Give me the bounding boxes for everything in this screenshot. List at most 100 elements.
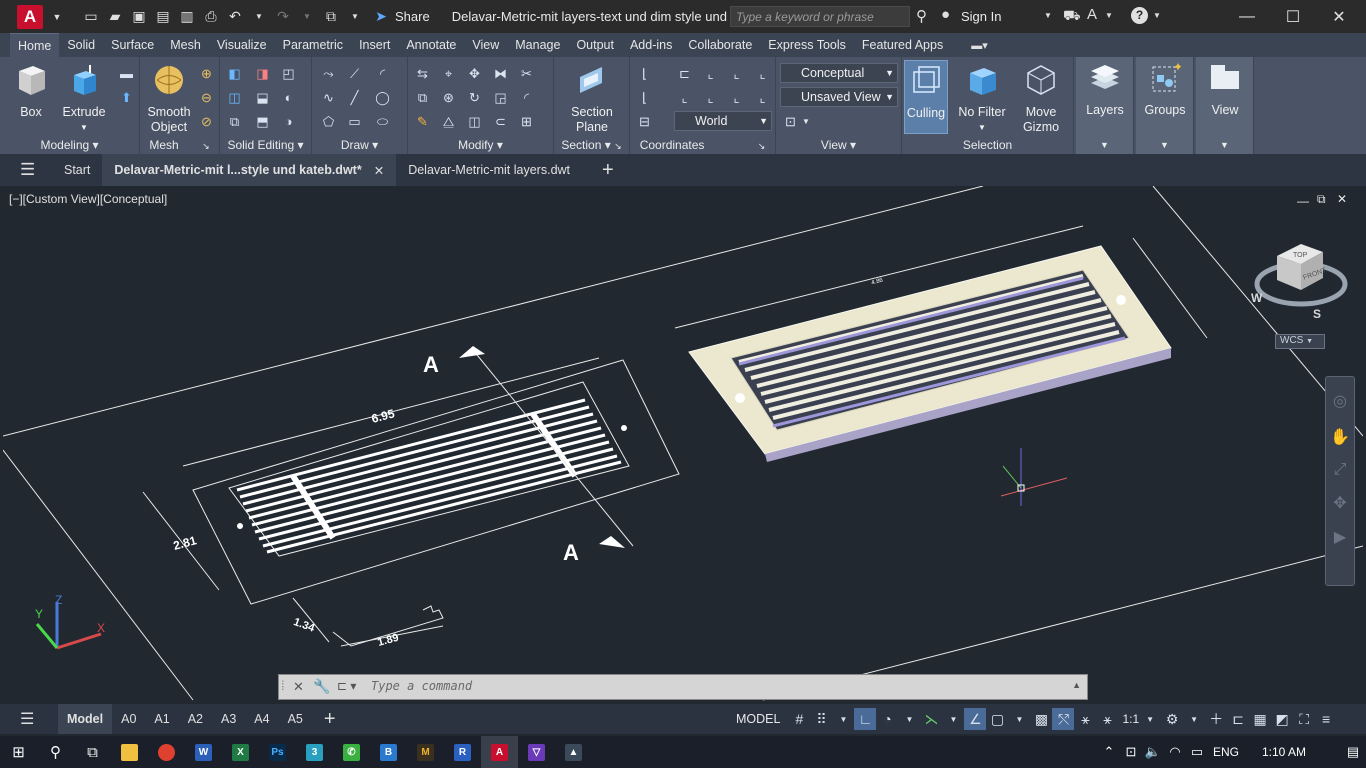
tab-active-drawing[interactable]: Delavar-Metric-mit l...style und kateb.d… (102, 154, 397, 186)
ucs-icon-2[interactable]: ⊏ (676, 65, 693, 82)
share-button[interactable]: Share (395, 9, 430, 24)
model-space-button[interactable]: MODEL (736, 712, 780, 726)
layers-button[interactable]: Layers (1080, 61, 1130, 118)
smooth-object-button[interactable]: Smooth Object (144, 63, 194, 135)
photos-icon[interactable]: ▲ (555, 736, 592, 768)
panel-title-solid-editing[interactable]: Solid Editing ▾ (220, 136, 311, 154)
isodraft-icon[interactable]: ⋋ (920, 708, 942, 730)
dropdown-icon[interactable]: ▼ (47, 7, 67, 27)
command-input[interactable]: Type a command (371, 679, 472, 693)
close-button[interactable]: ✕ (1316, 0, 1362, 33)
tab-annotate[interactable]: Annotate (398, 33, 464, 57)
task-view-icon[interactable]: ⧉ (74, 736, 111, 768)
search-icon[interactable]: ⚲ (916, 7, 927, 25)
ucs-3point-icon[interactable]: ⌞ (754, 65, 771, 82)
object-snap-icon[interactable]: ▢ (986, 708, 1008, 730)
ucs-icon[interactable]: ⌊ (636, 65, 653, 82)
customize-menu-icon[interactable]: ≡ (1315, 708, 1337, 730)
tab-express-tools[interactable]: Express Tools (760, 33, 854, 57)
ribbon-toggle-icon[interactable]: ▬▾ (971, 39, 988, 52)
annotation-scale[interactable]: 1:1 (1122, 712, 1139, 726)
units-icon[interactable]: ⊏ (1227, 708, 1249, 730)
tab-surface[interactable]: Surface (103, 33, 162, 57)
wcs-menu[interactable]: WCS ▼ (1275, 334, 1325, 349)
dropdown-icon[interactable]: ▼ (1196, 136, 1253, 154)
slice-icon[interactable]: ◰ (280, 65, 297, 82)
polyline-icon[interactable]: ⟋ (346, 65, 363, 82)
visual-studio-icon[interactable]: ▽ (518, 736, 555, 768)
search-input[interactable]: Type a keyword or phrase (730, 6, 910, 27)
interfere-icon[interactable]: ⬓ (254, 89, 271, 106)
open-folder-icon[interactable]: ▰ (105, 7, 125, 27)
save-icon[interactable]: ▣ (129, 7, 149, 27)
ucs-named-icon[interactable]: ⊟ (636, 113, 653, 130)
notification-icon[interactable]: ▤ (1338, 744, 1366, 760)
fillet-icon[interactable]: ◜ (518, 89, 535, 106)
array-icon[interactable]: ⊞ (518, 113, 535, 130)
tab-visualize[interactable]: Visualize (209, 33, 275, 57)
arc-icon[interactable]: ◜ (374, 65, 391, 82)
layout-tab-a3[interactable]: A3 (212, 704, 245, 734)
app-icon-b[interactable]: B (370, 736, 407, 768)
share-icon[interactable]: ➤ (371, 7, 391, 27)
drawing-canvas[interactable]: 6.95 2.81 1.34 1.89 A A 4.86 X Y Z TOP F… (3, 186, 1363, 704)
panel-title-draw[interactable]: Draw ▾ (312, 136, 407, 154)
dropdown-icon[interactable]: ▼ (60, 120, 108, 135)
polar-icon[interactable]: ◔ (876, 708, 898, 730)
panel-layers[interactable]: Layers ▼ (1076, 57, 1134, 154)
panel-title-view[interactable]: View ▾ (776, 136, 901, 154)
panel-title-mesh[interactable]: Mesh ↘ (140, 136, 219, 154)
selection-cycling-icon[interactable]: ⤲ (1052, 708, 1075, 730)
grid-icon[interactable]: # (788, 708, 810, 730)
ucs-zaxis-icon[interactable]: ⌞ (728, 89, 745, 106)
panel-title-coordinates[interactable]: Coordinates ↘ (630, 136, 775, 154)
tab-parametric[interactable]: Parametric (275, 33, 351, 57)
panel-view-tools[interactable]: View ▼ (1196, 57, 1254, 154)
panel-groups[interactable]: ✦ Groups ▼ (1136, 57, 1194, 154)
transparency-icon[interactable]: ▩ (1030, 708, 1052, 730)
tab-featured-apps[interactable]: Featured Apps (854, 33, 951, 57)
workspace-gear-icon[interactable]: ⚙ (1161, 708, 1183, 730)
fullscreen-icon[interactable]: ⛶ (1293, 708, 1315, 730)
grip-icon[interactable]: ⁞ (281, 678, 285, 693)
close-icon[interactable]: ✕ (374, 163, 384, 178)
viewport-close-icon[interactable]: ✕ (1337, 192, 1347, 206)
viewport-minimize-icon[interactable]: — (1297, 194, 1309, 208)
auto-scale-icon[interactable]: ⚹ (1096, 708, 1118, 730)
drawing-viewport[interactable]: [−][Custom View][Conceptual] 6.95 2.81 1… (3, 186, 1363, 704)
copy-icon[interactable]: ⧉ (414, 89, 431, 106)
snap-icon[interactable]: ⠿ (810, 708, 832, 730)
dropdown-icon[interactable]: ▼ (1183, 708, 1205, 730)
polygon-icon[interactable]: ⬠ (320, 113, 337, 130)
3d-align-icon[interactable]: ⧋ (440, 113, 457, 130)
quick-properties-icon[interactable]: ▦ (1249, 708, 1271, 730)
excel-icon[interactable]: X (222, 736, 259, 768)
layout-tab-a0[interactable]: A0 (112, 704, 145, 734)
ellipse-icon[interactable]: ⬭ (374, 113, 391, 130)
annotation-visibility-icon[interactable]: ⚹ (1074, 708, 1096, 730)
offset-icon[interactable]: ⊂ (492, 113, 509, 130)
redo-icon[interactable]: ↷ (273, 7, 293, 27)
3d-rotate-icon[interactable]: ⊛ (440, 89, 457, 106)
annotation-monitor-icon[interactable]: ＋ (1205, 708, 1227, 730)
mesh-smooth-more-icon[interactable]: ⊕ (198, 65, 215, 82)
menu-icon[interactable]: ☰ (20, 160, 50, 180)
minimize-button[interactable]: — (1224, 0, 1270, 33)
view-button[interactable]: View (1200, 61, 1250, 118)
viewport-restore-icon[interactable]: ⧉ (1317, 192, 1326, 207)
steering-wheel-icon[interactable]: ◎ (1326, 391, 1354, 411)
line-icon[interactable]: ⤳ (320, 65, 337, 82)
search-icon[interactable]: ⚲ (37, 736, 74, 768)
expand-icon[interactable]: ▲ (1072, 680, 1081, 690)
phone-app-icon[interactable]: ✆ (333, 736, 370, 768)
ucs-combo[interactable]: World ▼ (674, 111, 772, 131)
align-icon[interactable]: ⌖ (440, 65, 457, 82)
intersect-icon[interactable]: ◫ (226, 89, 243, 106)
usb-icon[interactable]: ⊡ (1120, 744, 1142, 760)
layout-tab-a5[interactable]: A5 (279, 704, 312, 734)
autodesk-app-icon[interactable]: A (1087, 6, 1097, 23)
sign-in-button[interactable]: Sign In (961, 9, 1001, 24)
cart-icon[interactable]: ⛟ (1063, 7, 1081, 26)
trim-icon[interactable]: ✂ (518, 65, 535, 82)
tab-solid[interactable]: Solid (59, 33, 103, 57)
